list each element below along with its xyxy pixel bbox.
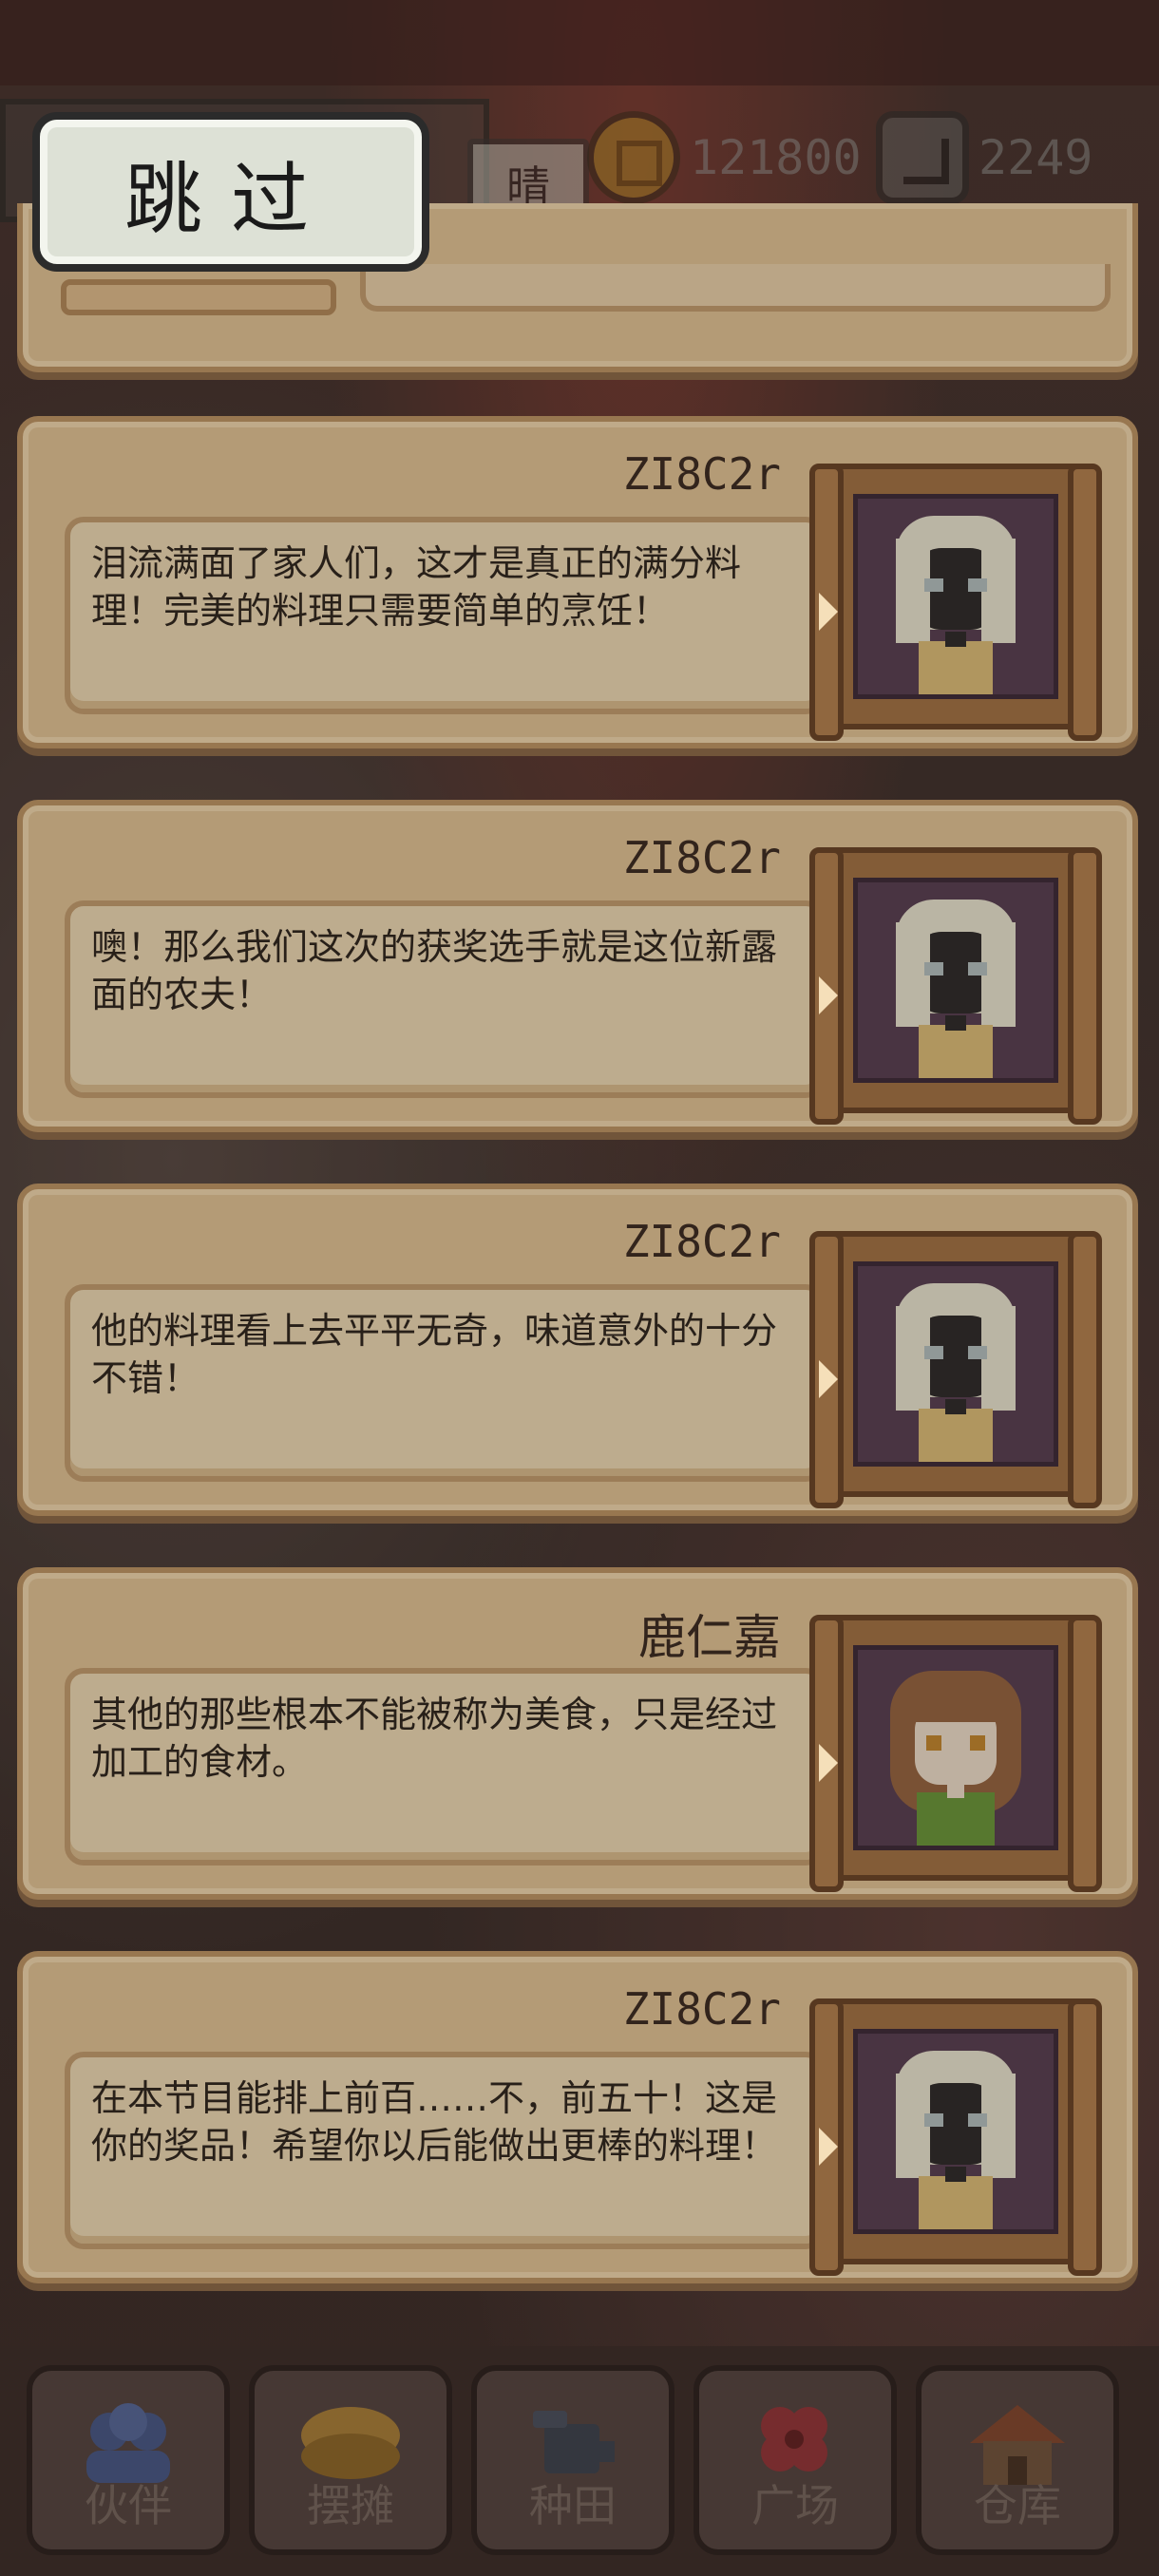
- coin-amount: 121800: [690, 130, 862, 185]
- speech-bubble: 泪流满面了家人们，这才是真正的满分料理！完美的料理只需要简单的烹饪！: [65, 517, 847, 714]
- brown-haired-girl-portrait: [853, 1645, 1058, 1850]
- portrait-frame: [809, 1231, 1102, 1508]
- coin-counter: 121800: [587, 110, 862, 205]
- nav-label: 伙伴: [85, 2480, 172, 2531]
- gem-counter: 2249: [876, 110, 1092, 205]
- speech-bubble-partial: [360, 264, 1111, 312]
- dialogue-card: 鹿仁嘉 其他的那些根本不能被称为美食，只是经过加工的食材。: [17, 1567, 1138, 1900]
- speaker-name: ZI8C2r: [622, 1216, 781, 1267]
- speech-bubble: 在本节目能排上前百……不，前五十！这是你的奖品！希望你以后能做出更棒的料理！: [65, 2052, 847, 2249]
- dialogue-card: ZI8C2r 泪流满面了家人们，这才是真正的满分料理！完美的料理只需要简单的烹饪…: [17, 416, 1138, 748]
- nav-label: 种田: [529, 2480, 617, 2531]
- nav-stall[interactable]: 摆摊: [249, 2365, 452, 2555]
- portrait-frame: [809, 464, 1102, 741]
- dialogue-card: ZI8C2r 噢！那么我们这次的获奖选手就是这位新露面的农夫！: [17, 800, 1138, 1132]
- white-haired-girl-portrait: [853, 494, 1058, 699]
- speaker-name: 鹿仁嘉: [638, 1610, 781, 1665]
- white-haired-girl-portrait: [853, 1261, 1058, 1467]
- dialogue-card: ZI8C2r 他的料理看上去平平无奇，味道意外的十分不错！: [17, 1184, 1138, 1516]
- dialogue-text: 泪流满面了家人们，这才是真正的满分料理！完美的料理只需要简单的烹饪！: [91, 542, 742, 632]
- nav-label: 仓库: [974, 2480, 1061, 2531]
- nav-label: 摆摊: [307, 2480, 394, 2531]
- portrait-frame: [809, 847, 1102, 1125]
- nav-partners[interactable]: 伙伴: [27, 2365, 230, 2555]
- dialogue-card: ZI8C2r 在本节目能排上前百……不，前五十！这是你的奖品！希望你以后能做出更…: [17, 1951, 1138, 2283]
- skip-button[interactable]: 跳过: [32, 112, 429, 272]
- gem-icon: [876, 111, 969, 204]
- speech-bubble: 他的料理看上去平平无奇，味道意外的十分不错！: [65, 1284, 847, 1482]
- white-haired-girl-portrait: [853, 2029, 1058, 2234]
- speaker-name: ZI8C2r: [622, 832, 781, 883]
- speech-bubble: 其他的那些根本不能被称为美食，只是经过加工的食材。: [65, 1668, 847, 1866]
- portrait-frame: [809, 1615, 1102, 1892]
- nav-label: 广场: [751, 2480, 839, 2531]
- nav-warehouse[interactable]: 仓库: [916, 2365, 1119, 2555]
- white-haired-girl-portrait: [853, 878, 1058, 1083]
- nav-plaza[interactable]: 广场: [694, 2365, 897, 2555]
- portrait-frame-partial: [61, 279, 336, 315]
- speaker-name: ZI8C2r: [622, 1983, 781, 2035]
- dialogue-text: 在本节目能排上前百……不，前五十！这是你的奖品！希望你以后能做出更棒的料理！: [91, 2077, 778, 2167]
- speech-bubble: 噢！那么我们这次的获奖选手就是这位新露面的农夫！: [65, 900, 847, 1098]
- dialogue-text: 其他的那些根本不能被称为美食，只是经过加工的食材。: [91, 1694, 778, 1783]
- portrait-frame: [809, 1998, 1102, 2276]
- gem-amount: 2249: [978, 130, 1093, 185]
- skip-button-label: 跳过: [124, 154, 337, 245]
- nav-farm[interactable]: 种田: [471, 2365, 674, 2555]
- dialogue-text: 噢！那么我们这次的获奖选手就是这位新露面的农夫！: [91, 926, 778, 1015]
- speaker-name: ZI8C2r: [622, 448, 781, 500]
- coin-icon: [587, 111, 680, 204]
- dialogue-text: 他的料理看上去平平无奇，味道意外的十分不错！: [91, 1310, 778, 1399]
- status-bar-area: [0, 0, 1159, 85]
